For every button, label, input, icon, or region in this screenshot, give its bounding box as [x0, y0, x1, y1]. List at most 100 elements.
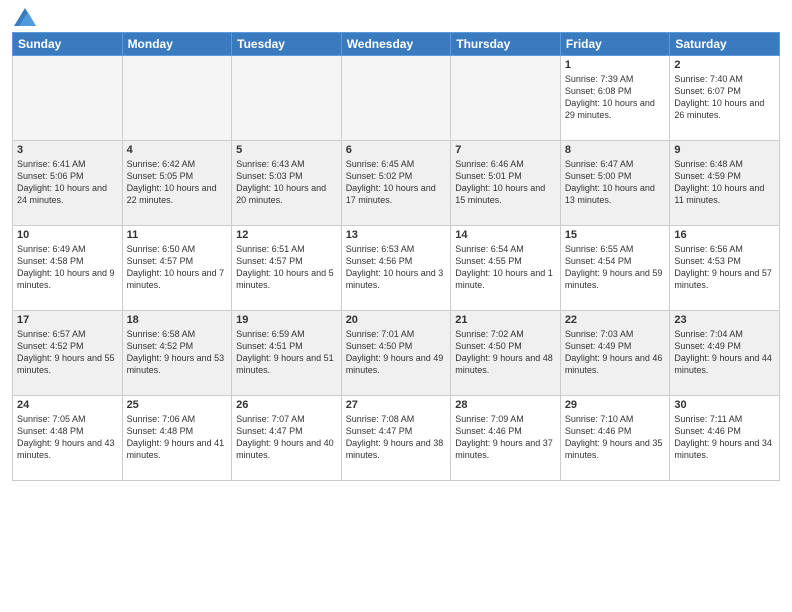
day-info: Sunrise: 7:02 AM Sunset: 4:50 PM Dayligh…: [455, 328, 556, 377]
day-info: Sunrise: 7:07 AM Sunset: 4:47 PM Dayligh…: [236, 413, 337, 462]
day-number: 26: [236, 399, 337, 411]
calendar-cell: 7 Sunrise: 6:46 AM Sunset: 5:01 PM Daylig…: [451, 141, 561, 226]
day-number: 2: [674, 59, 775, 71]
weekday-header-row: Sunday Monday Tuesday Wednesday Thursday…: [13, 33, 780, 56]
calendar-cell: 4 Sunrise: 6:42 AM Sunset: 5:05 PM Daylig…: [122, 141, 232, 226]
day-info: Sunrise: 7:10 AM Sunset: 4:46 PM Dayligh…: [565, 413, 666, 462]
day-number: 19: [236, 314, 337, 326]
day-info: Sunrise: 6:41 AM Sunset: 5:06 PM Dayligh…: [17, 158, 118, 207]
calendar-cell: 21 Sunrise: 7:02 AM Sunset: 4:50 PM Dayli…: [451, 311, 561, 396]
calendar-cell: [451, 56, 561, 141]
day-number: 20: [346, 314, 447, 326]
day-number: 9: [674, 144, 775, 156]
day-info: Sunrise: 6:53 AM Sunset: 4:56 PM Dayligh…: [346, 243, 447, 292]
day-number: 17: [17, 314, 118, 326]
calendar-cell: [341, 56, 451, 141]
day-info: Sunrise: 6:45 AM Sunset: 5:02 PM Dayligh…: [346, 158, 447, 207]
calendar-week-row: 3 Sunrise: 6:41 AM Sunset: 5:06 PM Daylig…: [13, 141, 780, 226]
header-saturday: Saturday: [670, 33, 780, 56]
calendar-cell: 13 Sunrise: 6:53 AM Sunset: 4:56 PM Dayli…: [341, 226, 451, 311]
header-tuesday: Tuesday: [232, 33, 342, 56]
calendar-cell: 1Sunrise: 7:39 AM Sunset: 6:08 PM Daylig…: [560, 56, 670, 141]
day-number: 16: [674, 229, 775, 241]
day-number: 10: [17, 229, 118, 241]
day-info: Sunrise: 7:05 AM Sunset: 4:48 PM Dayligh…: [17, 413, 118, 462]
day-number: 29: [565, 399, 666, 411]
calendar-cell: 11 Sunrise: 6:50 AM Sunset: 4:57 PM Dayli…: [122, 226, 232, 311]
day-info: Sunrise: 7:01 AM Sunset: 4:50 PM Dayligh…: [346, 328, 447, 377]
day-info: Sunrise: 6:57 AM Sunset: 4:52 PM Dayligh…: [17, 328, 118, 377]
calendar-cell: 2 Sunrise: 7:40 AM Sunset: 6:07 PM Daylig…: [670, 56, 780, 141]
day-number: 14: [455, 229, 556, 241]
calendar-cell: 30Sunrise: 7:11 AM Sunset: 4:46 PM Dayli…: [670, 396, 780, 481]
day-info: Sunrise: 6:46 AM Sunset: 5:01 PM Dayligh…: [455, 158, 556, 207]
header-wednesday: Wednesday: [341, 33, 451, 56]
calendar-cell: 18 Sunrise: 6:58 AM Sunset: 4:52 PM Dayli…: [122, 311, 232, 396]
day-number: 12: [236, 229, 337, 241]
calendar-cell: [13, 56, 123, 141]
header: [12, 10, 780, 24]
calendar-cell: 28Sunrise: 7:09 AM Sunset: 4:46 PM Dayli…: [451, 396, 561, 481]
header-thursday: Thursday: [451, 33, 561, 56]
day-number: 11: [127, 229, 228, 241]
calendar-cell: 25 Sunrise: 7:06 AM Sunset: 4:48 PM Dayli…: [122, 396, 232, 481]
day-number: 3: [17, 144, 118, 156]
calendar-week-row: 24 Sunrise: 7:05 AM Sunset: 4:48 PM Dayli…: [13, 396, 780, 481]
calendar-week-row: 10 Sunrise: 6:49 AM Sunset: 4:58 PM Dayli…: [13, 226, 780, 311]
calendar-cell: 27 Sunrise: 7:08 AM Sunset: 4:47 PM Dayli…: [341, 396, 451, 481]
day-number: 4: [127, 144, 228, 156]
day-info: Sunrise: 6:51 AM Sunset: 4:57 PM Dayligh…: [236, 243, 337, 292]
day-info: Sunrise: 6:50 AM Sunset: 4:57 PM Dayligh…: [127, 243, 228, 292]
calendar-cell: 10 Sunrise: 6:49 AM Sunset: 4:58 PM Dayli…: [13, 226, 123, 311]
calendar-table: Sunday Monday Tuesday Wednesday Thursday…: [12, 32, 780, 481]
day-info: Sunrise: 6:43 AM Sunset: 5:03 PM Dayligh…: [236, 158, 337, 207]
day-info: Sunrise: 7:03 AM Sunset: 4:49 PM Dayligh…: [565, 328, 666, 377]
calendar-cell: 5 Sunrise: 6:43 AM Sunset: 5:03 PM Daylig…: [232, 141, 342, 226]
calendar-week-row: 17 Sunrise: 6:57 AM Sunset: 4:52 PM Dayli…: [13, 311, 780, 396]
calendar-cell: 6 Sunrise: 6:45 AM Sunset: 5:02 PM Daylig…: [341, 141, 451, 226]
day-number: 25: [127, 399, 228, 411]
calendar-cell: 29 Sunrise: 7:10 AM Sunset: 4:46 PM Dayli…: [560, 396, 670, 481]
day-number: 24: [17, 399, 118, 411]
calendar-cell: 26 Sunrise: 7:07 AM Sunset: 4:47 PM Dayli…: [232, 396, 342, 481]
header-friday: Friday: [560, 33, 670, 56]
calendar-cell: [122, 56, 232, 141]
header-monday: Monday: [122, 33, 232, 56]
day-number: 30: [674, 399, 775, 411]
day-info: Sunrise: 7:06 AM Sunset: 4:48 PM Dayligh…: [127, 413, 228, 462]
day-info: Sunrise: 7:08 AM Sunset: 4:47 PM Dayligh…: [346, 413, 447, 462]
day-info: Sunrise: 6:47 AM Sunset: 5:00 PM Dayligh…: [565, 158, 666, 207]
day-number: 27: [346, 399, 447, 411]
logo-icon: [14, 8, 36, 26]
day-info: Sunrise: 7:04 AM Sunset: 4:49 PM Dayligh…: [674, 328, 775, 377]
calendar-cell: 20 Sunrise: 7:01 AM Sunset: 4:50 PM Dayli…: [341, 311, 451, 396]
calendar-cell: 22 Sunrise: 7:03 AM Sunset: 4:49 PM Dayli…: [560, 311, 670, 396]
day-info: Sunrise: 6:54 AM Sunset: 4:55 PM Dayligh…: [455, 243, 556, 292]
day-number: 15: [565, 229, 666, 241]
day-number: 6: [346, 144, 447, 156]
day-number: 1: [565, 59, 666, 71]
calendar-cell: 15 Sunrise: 6:55 AM Sunset: 4:54 PM Dayli…: [560, 226, 670, 311]
day-info: Sunrise: 6:58 AM Sunset: 4:52 PM Dayligh…: [127, 328, 228, 377]
calendar-cell: 3 Sunrise: 6:41 AM Sunset: 5:06 PM Daylig…: [13, 141, 123, 226]
day-number: 5: [236, 144, 337, 156]
day-number: 21: [455, 314, 556, 326]
day-info: Sunrise: 6:49 AM Sunset: 4:58 PM Dayligh…: [17, 243, 118, 292]
calendar-cell: 12 Sunrise: 6:51 AM Sunset: 4:57 PM Dayli…: [232, 226, 342, 311]
calendar-week-row: 1Sunrise: 7:39 AM Sunset: 6:08 PM Daylig…: [13, 56, 780, 141]
calendar-cell: 16 Sunrise: 6:56 AM Sunset: 4:53 PM Dayli…: [670, 226, 780, 311]
day-info: Sunrise: 6:42 AM Sunset: 5:05 PM Dayligh…: [127, 158, 228, 207]
day-number: 22: [565, 314, 666, 326]
calendar-cell: 9 Sunrise: 6:48 AM Sunset: 4:59 PM Daylig…: [670, 141, 780, 226]
day-info: Sunrise: 6:55 AM Sunset: 4:54 PM Dayligh…: [565, 243, 666, 292]
day-info: Sunrise: 6:56 AM Sunset: 4:53 PM Dayligh…: [674, 243, 775, 292]
day-info: Sunrise: 7:09 AM Sunset: 4:46 PM Dayligh…: [455, 413, 556, 462]
day-info: Sunrise: 7:40 AM Sunset: 6:07 PM Dayligh…: [674, 73, 775, 122]
day-number: 7: [455, 144, 556, 156]
day-number: 13: [346, 229, 447, 241]
day-number: 23: [674, 314, 775, 326]
day-info: Sunrise: 6:48 AM Sunset: 4:59 PM Dayligh…: [674, 158, 775, 207]
calendar-cell: 19Sunrise: 6:59 AM Sunset: 4:51 PM Dayli…: [232, 311, 342, 396]
calendar-cell: 23 Sunrise: 7:04 AM Sunset: 4:49 PM Dayli…: [670, 311, 780, 396]
day-number: 18: [127, 314, 228, 326]
